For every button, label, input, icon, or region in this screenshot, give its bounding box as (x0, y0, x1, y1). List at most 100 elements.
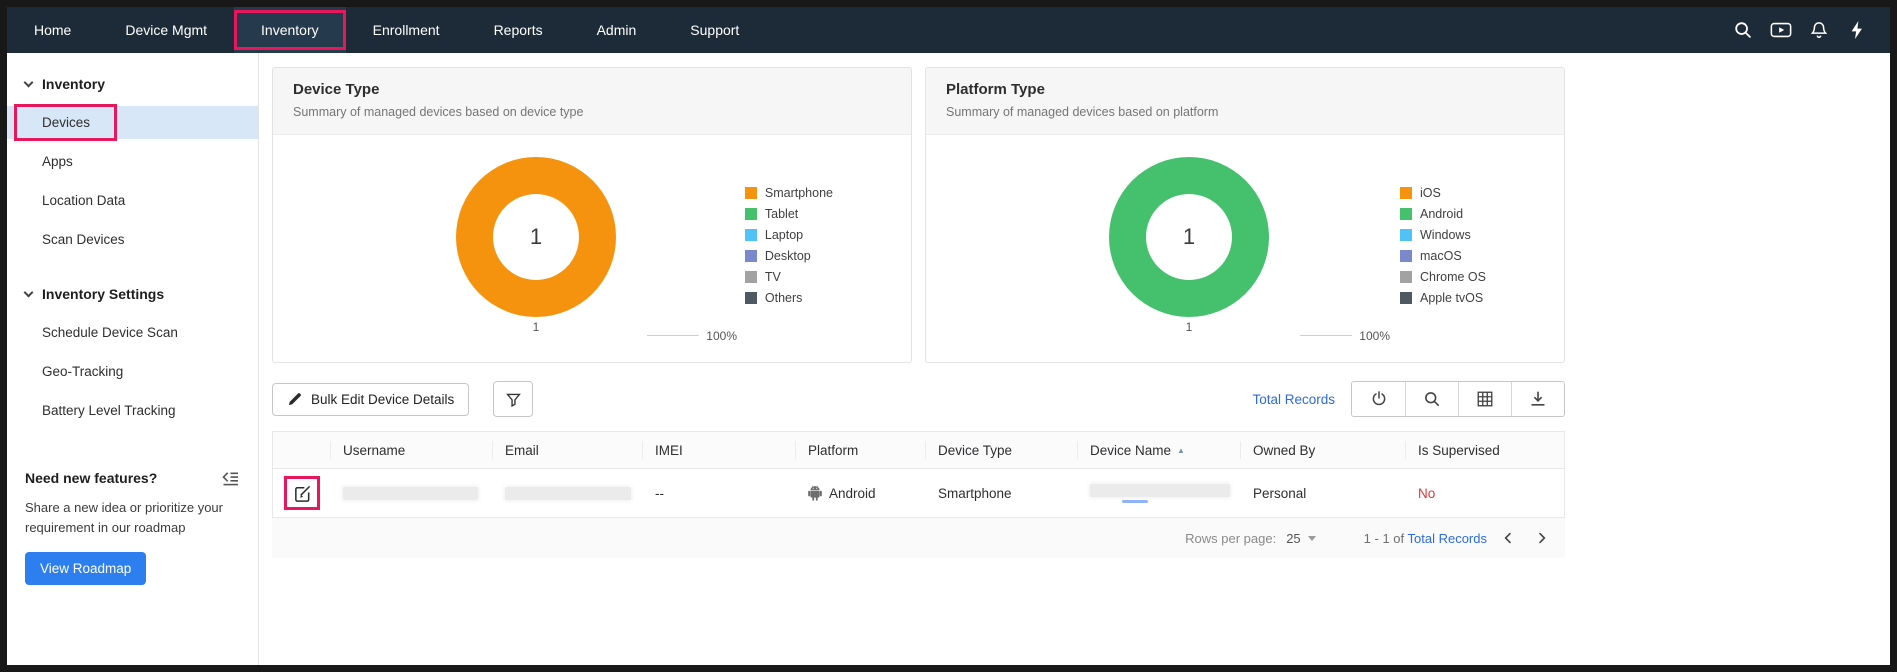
view-roadmap-button[interactable]: View Roadmap (25, 552, 146, 585)
sidebar-section-inventory-settings[interactable]: Inventory Settings (7, 275, 258, 313)
card-subtitle: Summary of managed devices based on plat… (946, 105, 1544, 119)
legend-swatch (745, 292, 757, 304)
redacted-email (505, 487, 631, 500)
sidebar-section-inventory-settings-title: Inventory Settings (42, 286, 164, 302)
edit-device-icon[interactable] (291, 482, 313, 504)
rows-per-page-dropdown-icon[interactable] (1308, 536, 1316, 541)
refresh-power-icon[interactable] (1352, 382, 1405, 416)
nav-item-home[interactable]: Home (7, 7, 98, 53)
donut-ring-android-slice[interactable]: 1 (1109, 157, 1269, 317)
app-window: Home Device Mgmt Inventory Enrollment Re… (0, 0, 1897, 672)
legend-swatch (1400, 292, 1412, 304)
percent-label: 100% (706, 329, 737, 343)
legend-item: iOS (1400, 186, 1486, 200)
legend-swatch (745, 250, 757, 262)
column-header-owned-by[interactable]: Owned By (1241, 441, 1406, 459)
chevron-down-icon (24, 78, 34, 88)
row-actions-cell (273, 482, 331, 504)
column-header-email[interactable]: Email (493, 441, 643, 459)
column-label: Device Name (1090, 443, 1171, 458)
total-records-link[interactable]: Total Records (1252, 392, 1335, 407)
donut-center: 1 (493, 194, 579, 280)
nav-item-enrollment[interactable]: Enrollment (346, 7, 467, 53)
video-tutorials-icon[interactable] (1763, 13, 1798, 48)
sidebar-item-battery-level-tracking[interactable]: Battery Level Tracking (7, 394, 258, 427)
bulk-edit-device-details-button[interactable]: Bulk Edit Device Details (272, 383, 469, 416)
column-label: Owned By (1253, 443, 1315, 458)
nav-item-device-mgmt[interactable]: Device Mgmt (98, 7, 234, 53)
percent-label: 100% (1359, 329, 1390, 343)
legend-item: Smartphone (745, 186, 833, 200)
column-header-device-name[interactable]: Device Name ▲ (1078, 441, 1241, 459)
donut-ring-smartphone-slice[interactable]: 1 (456, 157, 616, 317)
column-label: Is Supervised (1418, 443, 1500, 458)
column-header-platform[interactable]: Platform (796, 441, 926, 459)
legend-swatch (745, 187, 757, 199)
summary-cards-row: Device Type Summary of managed devices b… (272, 67, 1890, 363)
device-type-cell: Smartphone (926, 486, 1078, 501)
platform-type-card: Platform Type Summary of managed devices… (925, 67, 1565, 363)
sidebar-item-scan-devices[interactable]: Scan Devices (7, 223, 258, 256)
previous-page-icon[interactable] (1495, 525, 1521, 551)
column-chooser-grid-icon[interactable] (1458, 382, 1511, 416)
column-header-is-supervised[interactable]: Is Supervised (1406, 441, 1564, 459)
collapse-panel-icon[interactable] (221, 471, 240, 489)
email-cell (493, 487, 643, 500)
redacted-username (343, 487, 478, 500)
legend-label: Chrome OS (1420, 270, 1486, 284)
nav-item-inventory-label: Inventory (261, 22, 319, 38)
next-page-icon[interactable] (1529, 525, 1555, 551)
rows-per-page-value[interactable]: 25 (1286, 531, 1300, 546)
platform-value: Android (829, 486, 876, 501)
donut-center: 1 (1146, 194, 1232, 280)
legend-item: Tablet (745, 207, 833, 221)
column-header-device-type[interactable]: Device Type (926, 441, 1078, 459)
page-body: Inventory Devices Apps Location Data Sca… (7, 53, 1890, 665)
search-icon[interactable] (1725, 13, 1760, 48)
filter-icon[interactable] (493, 381, 533, 417)
platform-type-legend: iOS Android Windows macOS Chrome OS Appl… (1400, 186, 1486, 305)
search-icon[interactable] (1405, 382, 1458, 416)
device-type-card-header: Device Type Summary of managed devices b… (273, 68, 911, 135)
sidebar-item-schedule-device-scan[interactable]: Schedule Device Scan (7, 316, 258, 349)
callout-leader-line (1300, 335, 1352, 336)
sidebar-item-apps[interactable]: Apps (7, 145, 258, 178)
table-row[interactable]: -- Android Smartphone Personal No (273, 469, 1564, 517)
nav-item-support[interactable]: Support (663, 7, 766, 53)
total-records-footer-link[interactable]: Total Records (1408, 531, 1487, 546)
sidebar-item-devices[interactable]: Devices (7, 106, 258, 139)
sidebar-section-inventory-title: Inventory (42, 76, 105, 92)
legend-label: Desktop (765, 249, 811, 263)
nav-item-reports[interactable]: Reports (467, 7, 570, 53)
column-label: Platform (808, 443, 858, 458)
redacted-device-name (1090, 484, 1230, 497)
slice-data-label: 1 (1186, 320, 1193, 334)
toolbar-right-group: Total Records (1252, 381, 1565, 417)
platform-type-donut-chart: 1 1 100% (1104, 157, 1274, 334)
legend-item: Laptop (745, 228, 833, 242)
legend-label: Windows (1420, 228, 1471, 242)
column-header-username[interactable]: Username (331, 441, 493, 459)
notifications-bell-icon[interactable] (1801, 13, 1836, 48)
sidebar-item-geo-tracking[interactable]: Geo-Tracking (7, 355, 258, 388)
sidebar-section-inventory[interactable]: Inventory (7, 65, 258, 103)
sidebar-item-devices-label: Devices (42, 115, 90, 130)
quick-actions-flash-icon[interactable] (1839, 13, 1874, 48)
column-label: IMEI (655, 443, 683, 458)
android-icon (808, 485, 822, 501)
device-type-chart-area: 1 1 100% Smartphone Tablet (273, 135, 911, 355)
is-supervised-cell: No (1406, 486, 1564, 501)
download-export-icon[interactable] (1511, 382, 1564, 416)
sidebar-item-location-data[interactable]: Location Data (7, 184, 258, 217)
legend-swatch (745, 271, 757, 283)
nav-item-inventory[interactable]: Inventory (234, 7, 346, 53)
legend-swatch (1400, 250, 1412, 262)
column-header-actions (273, 441, 331, 459)
legend-swatch (1400, 271, 1412, 283)
nav-item-admin[interactable]: Admin (570, 7, 664, 53)
legend-item: Desktop (745, 249, 833, 263)
column-header-imei[interactable]: IMEI (643, 441, 796, 459)
legend-swatch (745, 208, 757, 220)
legend-swatch (745, 229, 757, 241)
imei-cell: -- (643, 486, 796, 501)
